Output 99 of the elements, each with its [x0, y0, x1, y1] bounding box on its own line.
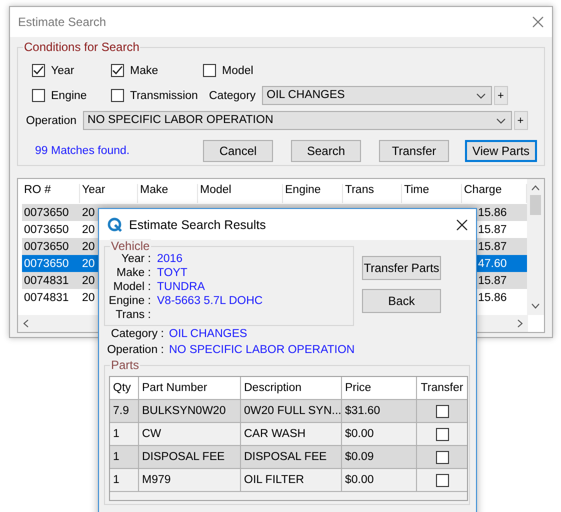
checkbox-option[interactable]: Engine — [32, 83, 111, 108]
table-cell-text: 15.86 — [477, 206, 508, 218]
table-cell: $0.00 — [342, 423, 417, 445]
table-cell: CW — [139, 423, 241, 445]
column-header[interactable]: Make — [138, 184, 198, 203]
field-value: TUNDRA — [157, 280, 205, 294]
field-value: OIL CHANGES — [169, 327, 248, 342]
field-value: V8-5663 5.7L DOHC — [157, 294, 263, 308]
scroll-up-icon[interactable] — [531, 185, 540, 191]
field-label: Model : — [112, 280, 151, 294]
group-title: Parts — [110, 358, 140, 372]
table-cell: 1 — [110, 446, 139, 468]
action-button[interactable]: Search — [291, 140, 361, 162]
table-cell: 1 — [110, 469, 139, 491]
table-cell-text: 20 — [81, 240, 95, 252]
transfer-checkbox[interactable] — [436, 428, 448, 440]
field-label: Operation : — [106, 343, 164, 358]
column-header[interactable]: Qty — [110, 377, 139, 399]
table-cell-text: 15.87 — [477, 274, 508, 286]
transfer-checkbox[interactable] — [436, 474, 448, 486]
match-count: 99 Matches found. — [35, 145, 131, 157]
action-button[interactable]: Transfer — [379, 140, 449, 162]
table-cell-text: 0073650 — [23, 224, 70, 236]
category-dropdown[interactable]: OIL CHANGES — [262, 86, 492, 105]
table-cell-text: 20 — [81, 274, 95, 286]
field-label: Engine : — [108, 294, 151, 308]
field-label: Operation — [26, 114, 77, 126]
table-cell: CAR WASH — [241, 423, 342, 445]
table-cell: OIL FILTER — [241, 469, 342, 491]
add-button[interactable]: + — [494, 86, 508, 105]
table-cell: DISPOSAL FEE — [139, 446, 241, 468]
column-header[interactable]: Year — [80, 184, 138, 203]
transfer-checkbox[interactable] — [436, 404, 448, 418]
checkbox-option[interactable]: Transmission — [111, 83, 203, 108]
logo-icon — [107, 216, 123, 232]
checkbox-option[interactable]: Make — [111, 58, 203, 83]
checkbox[interactable] — [32, 64, 45, 77]
table-cell-text: 0073650 — [23, 240, 70, 252]
scroll-right-icon[interactable] — [517, 319, 523, 328]
column-header[interactable]: Model — [198, 184, 283, 203]
transfer-checkbox[interactable] — [436, 450, 448, 464]
table-cell-text: 20 — [81, 224, 95, 236]
operation-dropdown[interactable]: NO SPECIFIC LABOR OPERATION — [82, 111, 512, 130]
field-label: Make : — [115, 266, 151, 280]
action-button[interactable]: Cancel — [203, 140, 273, 162]
add-button[interactable]: + — [514, 111, 528, 130]
table-cell: M979 — [139, 469, 241, 491]
field-label: Trans : — [114, 308, 151, 322]
checkbox[interactable] — [203, 64, 216, 77]
column-header[interactable]: Description — [241, 377, 342, 399]
scrollbar-thumb[interactable] — [530, 195, 541, 215]
table-cell-text: 20 — [81, 206, 95, 218]
field-label: Category — [209, 90, 256, 102]
table-cell-text: 0073650 — [23, 206, 70, 218]
table-cell: BULKSYN0W20 — [139, 400, 241, 422]
checkbox[interactable] — [111, 89, 124, 102]
close-icon[interactable] — [456, 218, 468, 230]
window-title: Estimate Search — [18, 15, 106, 29]
column-header[interactable]: Trans — [343, 184, 402, 203]
table-cell-text: 20 — [81, 258, 95, 270]
checkbox-option[interactable]: Year — [32, 58, 111, 83]
field-value: TOYT — [157, 266, 188, 280]
column-header[interactable]: Time — [402, 184, 462, 203]
scroll-down-icon[interactable] — [531, 303, 540, 309]
chevron-down-icon[interactable] — [496, 118, 506, 124]
field-label: Year : — [120, 252, 151, 266]
field-label: Category : — [110, 327, 164, 342]
table-cell: $0.00 — [342, 469, 417, 491]
chevron-down-icon[interactable] — [476, 93, 486, 99]
table-cell-text: 0074831 — [23, 274, 70, 286]
group-title: Conditions for Search — [23, 40, 140, 54]
table-cell: $0.09 — [342, 446, 417, 468]
action-button[interactable]: View Parts — [465, 140, 537, 162]
table-cell-text: 0074831 — [23, 292, 70, 304]
column-header[interactable]: RO # — [22, 184, 80, 203]
table-cell: 0W20 FULL SYN... — [241, 400, 342, 422]
table-cell-text: 20 — [81, 292, 95, 304]
field-value: NO SPECIFIC LABOR OPERATION — [169, 343, 355, 358]
table-cell-text: 47.60 — [477, 258, 508, 270]
group-title: Vehicle — [110, 239, 151, 253]
table-cell: 7.9 — [110, 400, 139, 422]
column-header[interactable]: Price — [342, 377, 417, 399]
vertical-scrollbar[interactable] — [527, 179, 544, 315]
dialog-button[interactable]: Back — [362, 289, 441, 313]
dialog-title: Estimate Search Results — [129, 218, 267, 232]
checkbox[interactable] — [32, 89, 45, 102]
column-header[interactable]: Transfer — [417, 377, 467, 399]
column-header[interactable]: Engine — [283, 184, 343, 203]
table-cell: $31.60 — [342, 400, 417, 422]
table-cell: DISPOSAL FEE — [241, 446, 342, 468]
table-cell-text: 15.87 — [477, 240, 508, 252]
column-header[interactable]: Part Number — [139, 377, 241, 399]
checkbox-option[interactable]: Model — [203, 58, 544, 83]
checkbox[interactable] — [111, 64, 124, 77]
scroll-left-icon[interactable] — [23, 319, 29, 328]
table-cell-text: 0073650 — [23, 258, 70, 270]
field-value: 2016 — [157, 252, 183, 266]
table-cell: 1 — [110, 423, 139, 445]
dialog-button[interactable]: Transfer Parts — [362, 256, 441, 280]
